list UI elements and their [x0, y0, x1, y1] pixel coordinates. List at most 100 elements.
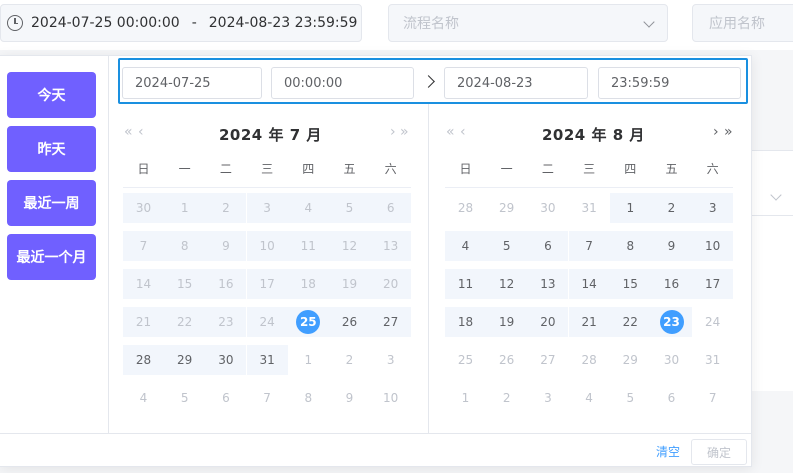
shortcut-last-week[interactable]: 最近一周 — [7, 180, 96, 226]
day-cell[interactable]: 9 — [329, 383, 370, 413]
day-cell[interactable]: 5 — [486, 231, 528, 261]
day-cell[interactable]: 21 — [568, 307, 610, 337]
day-cell[interactable]: 4 — [287, 193, 329, 223]
day-cell[interactable]: 6 — [370, 193, 412, 223]
day-cell[interactable]: 13 — [527, 269, 569, 299]
day-cell[interactable]: 7 — [568, 231, 610, 261]
prev-year-icon[interactable]: « — [446, 124, 455, 140]
day-cell[interactable]: 3 — [527, 383, 568, 413]
day-cell[interactable]: 3 — [246, 193, 288, 223]
day-cell[interactable]: 10 — [246, 231, 288, 261]
day-cell[interactable]: 6 — [527, 231, 569, 261]
day-cell[interactable]: 12 — [329, 231, 370, 261]
next-month-icon[interactable]: › — [713, 124, 719, 140]
next-year-icon[interactable]: » — [724, 124, 733, 140]
start-time-input[interactable]: 00:00:00 — [271, 67, 414, 99]
day-cell[interactable]: 4 — [569, 383, 610, 413]
day-cell[interactable]: 24 — [692, 307, 733, 337]
day-cell[interactable]: 30 — [527, 193, 568, 223]
clear-button[interactable]: 清空 — [656, 443, 680, 460]
day-cell[interactable]: 3 — [370, 345, 411, 375]
day-cell[interactable]: 27 — [370, 307, 412, 337]
day-cell[interactable]: 8 — [609, 231, 651, 261]
day-cell[interactable]: 31 — [692, 345, 733, 375]
prev-year-icon[interactable]: « — [124, 124, 133, 140]
next-year-icon[interactable]: » — [400, 124, 409, 140]
day-cell[interactable]: 25 — [445, 345, 486, 375]
day-cell[interactable]: 5 — [610, 383, 651, 413]
day-cell[interactable]: 17 — [692, 269, 734, 299]
day-cell[interactable]: 28 — [569, 345, 610, 375]
day-cell[interactable]: 11 — [287, 231, 329, 261]
day-cell[interactable]: 12 — [486, 269, 528, 299]
day-cell[interactable]: 5 — [329, 193, 370, 223]
end-date-input[interactable]: 2024-08-23 — [444, 67, 588, 99]
day-cell[interactable]: 10 — [370, 383, 411, 413]
day-cell[interactable]: 2 — [205, 193, 247, 223]
day-cell[interactable]: 6 — [205, 383, 246, 413]
day-cell[interactable]: 2 — [329, 345, 370, 375]
day-cell[interactable]: 14 — [568, 269, 610, 299]
day-cell[interactable]: 28 — [445, 193, 486, 223]
day-cell[interactable]: 20 — [370, 269, 412, 299]
day-cell[interactable]: 28 — [123, 345, 164, 375]
day-cell[interactable]: 22 — [609, 307, 651, 337]
day-cell[interactable]: 29 — [486, 193, 527, 223]
day-cell[interactable]: 1 — [445, 383, 486, 413]
day-cell[interactable]: 2 — [651, 193, 692, 223]
selected-day-cell[interactable]: 23 — [651, 307, 692, 337]
day-cell[interactable]: 5 — [164, 383, 205, 413]
day-cell[interactable]: 8 — [164, 231, 206, 261]
day-cell[interactable]: 7 — [692, 383, 733, 413]
day-cell[interactable]: 27 — [527, 345, 568, 375]
day-cell[interactable]: 19 — [486, 307, 528, 337]
process-name-select[interactable]: 流程名称 — [388, 4, 668, 42]
date-range-input[interactable]: 2024-07-25 00:00:00 - 2024-08-23 23:59:5… — [0, 4, 362, 42]
day-cell[interactable]: 26 — [329, 307, 370, 337]
day-cell[interactable]: 21 — [123, 307, 164, 337]
selected-day-cell[interactable]: 25 — [287, 307, 329, 337]
day-cell[interactable]: 13 — [370, 231, 412, 261]
day-cell[interactable]: 3 — [692, 193, 734, 223]
day-cell[interactable]: 17 — [246, 269, 288, 299]
day-cell[interactable]: 16 — [205, 269, 247, 299]
day-cell[interactable]: 9 — [205, 231, 247, 261]
day-cell[interactable]: 15 — [164, 269, 206, 299]
shortcut-last-month[interactable]: 最近一个月 — [7, 234, 96, 280]
day-cell[interactable]: 10 — [692, 231, 734, 261]
prev-month-icon[interactable]: ‹ — [138, 124, 144, 140]
day-cell[interactable]: 4 — [123, 383, 164, 413]
day-cell[interactable]: 4 — [445, 231, 486, 261]
day-cell[interactable]: 2 — [486, 383, 527, 413]
day-cell[interactable]: 26 — [486, 345, 527, 375]
day-cell[interactable]: 29 — [610, 345, 651, 375]
day-cell[interactable]: 31 — [246, 345, 288, 375]
day-cell[interactable]: 18 — [287, 269, 329, 299]
day-cell[interactable]: 1 — [609, 193, 651, 223]
shortcut-yesterday[interactable]: 昨天 — [7, 126, 96, 172]
day-cell[interactable]: 15 — [609, 269, 651, 299]
day-cell[interactable]: 16 — [651, 269, 692, 299]
day-cell[interactable]: 14 — [123, 269, 164, 299]
next-month-icon[interactable]: › — [390, 124, 396, 140]
day-cell[interactable]: 18 — [445, 307, 486, 337]
day-cell[interactable]: 1 — [288, 345, 329, 375]
day-cell[interactable]: 19 — [329, 269, 370, 299]
shortcut-today[interactable]: 今天 — [7, 72, 96, 118]
app-name-input[interactable]: 应用名称 — [692, 4, 793, 42]
day-cell[interactable]: 7 — [123, 231, 164, 261]
day-cell[interactable]: 6 — [651, 383, 692, 413]
day-cell[interactable]: 24 — [246, 307, 288, 337]
start-date-input[interactable]: 2024-07-25 — [122, 67, 262, 99]
day-cell[interactable]: 22 — [164, 307, 206, 337]
day-cell[interactable]: 31 — [569, 193, 610, 223]
day-cell[interactable]: 11 — [445, 269, 486, 299]
day-cell[interactable]: 29 — [164, 345, 206, 375]
day-cell[interactable]: 7 — [247, 383, 288, 413]
day-cell[interactable]: 20 — [527, 307, 569, 337]
day-cell[interactable]: 9 — [651, 231, 692, 261]
day-cell[interactable]: 30 — [205, 345, 247, 375]
day-cell[interactable]: 1 — [164, 193, 206, 223]
day-cell[interactable]: 30 — [651, 345, 692, 375]
day-cell[interactable]: 23 — [205, 307, 247, 337]
